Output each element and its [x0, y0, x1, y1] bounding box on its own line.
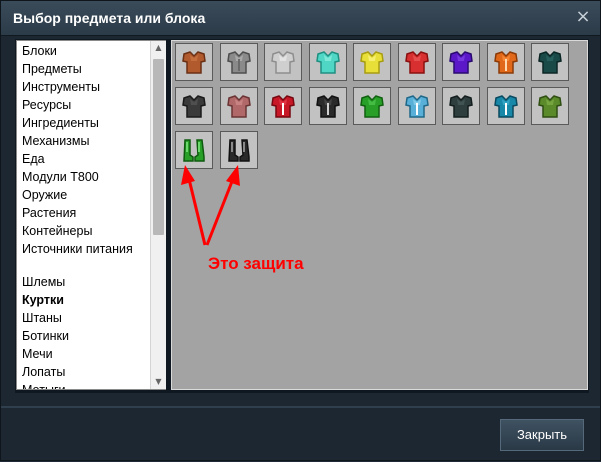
category-item[interactable]: Мотыги: [22, 381, 150, 389]
dialog-title: Выбор предмета или блока: [13, 10, 206, 26]
item-slot[interactable]: [353, 87, 391, 125]
category-item[interactable]: Источники питания: [22, 240, 150, 273]
category-item[interactable]: Куртки: [22, 291, 150, 309]
item-slot[interactable]: [175, 131, 213, 169]
item-slot[interactable]: [175, 43, 213, 81]
jacket-icon: [449, 95, 473, 118]
category-item[interactable]: Шлемы: [22, 273, 150, 291]
jacket-icon: [404, 95, 429, 118]
boots-icon: [183, 139, 205, 162]
category-item[interactable]: Модули Т800: [22, 168, 150, 186]
item-slot[interactable]: [531, 43, 569, 81]
jacket-icon: [360, 95, 384, 118]
scroll-down-icon[interactable]: ▼: [151, 375, 166, 389]
item-slot[interactable]: [442, 43, 480, 81]
jacket-icon: [449, 51, 473, 74]
jacket-icon: [538, 95, 562, 118]
jacket-icon: [404, 51, 429, 74]
jacket-icon: [315, 95, 340, 118]
close-icon[interactable]: ×: [574, 8, 592, 26]
item-slot[interactable]: [264, 87, 302, 125]
category-item[interactable]: Еда: [22, 150, 150, 168]
category-item[interactable]: Мечи: [22, 345, 150, 363]
category-item[interactable]: Механизмы: [22, 132, 150, 150]
category-item[interactable]: Растения: [22, 204, 150, 222]
category-item[interactable]: Ресурсы: [22, 96, 150, 114]
category-item[interactable]: Блоки: [22, 42, 150, 60]
jacket-icon: [493, 51, 518, 74]
jacket-icon: [271, 95, 295, 118]
item-slot[interactable]: [353, 43, 391, 81]
item-slot[interactable]: [397, 43, 436, 81]
item-grid: [171, 40, 588, 390]
category-item[interactable]: Контейнеры: [22, 222, 150, 240]
item-slot[interactable]: [219, 43, 258, 81]
annotation-label: Это защита: [208, 254, 304, 273]
category-item[interactable]: Ботинки: [22, 327, 150, 345]
category-item[interactable]: Инструменты: [22, 78, 150, 96]
item-slot[interactable]: [264, 43, 302, 81]
boots-icon: [227, 139, 250, 162]
jacket-icon: [271, 51, 295, 74]
item-picker-dialog: Выбор предмета или блока × Блоки Предметы…: [0, 0, 601, 461]
item-slot[interactable]: [486, 87, 525, 125]
scrollbar-thumb[interactable]: [153, 59, 164, 235]
item-slot[interactable]: [531, 87, 569, 125]
title-bar[interactable]: Выбор предмета или блока ×: [1, 1, 600, 36]
scroll-up-icon[interactable]: ▲: [151, 41, 166, 55]
item-slot[interactable]: [219, 131, 258, 169]
item-slot[interactable]: [308, 87, 347, 125]
jacket-icon: [226, 95, 251, 118]
item-slot[interactable]: [219, 87, 258, 125]
category-scrollbar[interactable]: ▲ ▼: [150, 41, 166, 389]
category-item[interactable]: Предметы: [22, 60, 150, 78]
jacket-icon: [315, 51, 340, 74]
item-slot[interactable]: [397, 87, 436, 125]
category-list: Блоки Предметы Инструменты Ресурсы Ингредиен…: [16, 40, 166, 390]
jacket-icon: [493, 95, 518, 118]
item-slot[interactable]: [308, 43, 347, 81]
jacket-icon: [182, 95, 206, 118]
jacket-icon: [182, 51, 206, 74]
category-list-items: Блоки Предметы Инструменты Ресурсы Ингредиен…: [22, 42, 150, 389]
footer-divider: [1, 406, 600, 408]
item-slot[interactable]: [486, 43, 525, 81]
close-button[interactable]: Закрыть: [500, 419, 584, 451]
item-slot[interactable]: [442, 87, 480, 125]
category-item[interactable]: Лопаты: [22, 363, 150, 381]
jacket-icon: [360, 51, 384, 74]
item-slot[interactable]: [175, 87, 213, 125]
category-item[interactable]: Оружие: [22, 186, 150, 204]
category-item[interactable]: Ингредиенты: [22, 114, 150, 132]
jacket-icon: [226, 51, 251, 74]
category-item[interactable]: Штаны: [22, 309, 150, 327]
jacket-icon: [538, 51, 562, 74]
